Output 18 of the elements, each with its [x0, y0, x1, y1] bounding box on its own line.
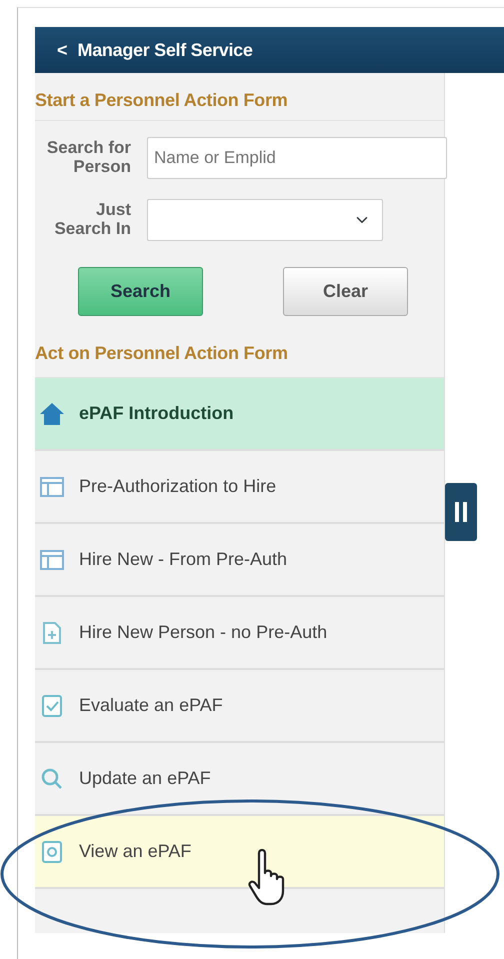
menu-item[interactable]: Hire New - From Pre-Auth	[35, 524, 444, 597]
pause-icon	[454, 501, 468, 523]
section-heading: Start a Personnel Action Form	[35, 73, 444, 121]
document-check-icon	[39, 692, 65, 718]
menu-item[interactable]: ePAF Introduction	[35, 378, 444, 451]
clear-button[interactable]: Clear	[283, 267, 408, 316]
splitter-handle[interactable]	[445, 483, 477, 541]
document-view-icon	[39, 838, 65, 864]
home-icon	[39, 400, 65, 426]
search-button[interactable]: Search	[78, 267, 203, 316]
menu-item[interactable]: Hire New Person - no Pre-Auth	[35, 597, 444, 670]
field-label: Search for Person	[46, 139, 132, 177]
menu-item[interactable]: Pre-Authorization to Hire	[35, 451, 444, 524]
menu-item[interactable]: Evaluate an ePAF	[35, 670, 444, 743]
back-icon[interactable]: <	[57, 36, 68, 64]
field-label: Just Search In	[53, 201, 132, 239]
search-field[interactable]: Name or Emplid	[147, 137, 447, 179]
header-title: Manager Self Service	[78, 38, 253, 62]
